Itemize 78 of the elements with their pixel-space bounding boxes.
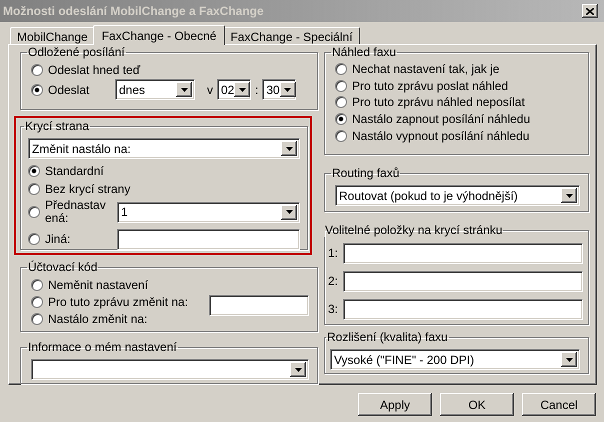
- radio-button[interactable]: [335, 96, 347, 108]
- dropdown[interactable]: Vysoké ("FINE" - 200 DPI): [330, 349, 580, 370]
- radio-label: Neměnit nastavení: [48, 278, 148, 292]
- dialog-button[interactable]: OK: [440, 393, 514, 416]
- radio-label: Nastálo změnit na:: [48, 312, 148, 326]
- radio-button[interactable]: [31, 278, 43, 290]
- caret-icon: [180, 88, 188, 92]
- tab[interactable]: FaxChange - Obecné: [92, 25, 226, 45]
- radio-label: Standardní: [45, 164, 104, 178]
- caret-icon: [294, 368, 302, 372]
- radio-label: Pro tuto zprávu změnit na:: [48, 294, 188, 308]
- dropdown[interactable]: Změnit nastálo na:: [28, 138, 300, 159]
- group-title: Volitelné položky na krycí stránku: [324, 223, 504, 237]
- radio-button[interactable]: [28, 165, 40, 177]
- caret-icon: [566, 194, 572, 198]
- radio-button[interactable]: [28, 206, 40, 218]
- radio-label: Jiná:: [45, 232, 72, 246]
- dropdown-button[interactable]: [234, 82, 250, 97]
- field-label: 2:: [328, 274, 339, 288]
- group-title: Krycí strana: [24, 119, 90, 133]
- group-title: Účtovací kód: [27, 260, 98, 274]
- radio-button[interactable]: [335, 63, 347, 76]
- time-separator: :: [255, 82, 258, 96]
- dialog-button[interactable]: Apply: [358, 393, 432, 416]
- radio-label: Přednastavená:: [45, 199, 107, 225]
- radio-button[interactable]: [31, 64, 43, 76]
- radio-button[interactable]: [335, 113, 347, 126]
- dialog-button[interactable]: Cancel: [522, 393, 596, 416]
- radio-label: Pro tuto zprávu náhled neposílat: [352, 95, 525, 110]
- dropdown-button[interactable]: [176, 82, 192, 97]
- group-title: Náhled faxu: [331, 45, 398, 59]
- tab[interactable]: FaxChange - Speciální: [223, 27, 360, 44]
- dropdown[interactable]: [31, 359, 309, 380]
- radio-button[interactable]: [335, 80, 347, 92]
- caret-icon: [284, 88, 292, 92]
- dropdown-button[interactable]: [281, 141, 297, 156]
- field-label: 3:: [328, 302, 339, 316]
- window-title: Možnosti odeslání MobilChange a FaxChange: [3, 4, 264, 18]
- close-button[interactable]: [582, 4, 598, 18]
- dropdown-button[interactable]: [280, 82, 296, 97]
- radio-label: Nastálo vypnout posílání náhledu: [352, 128, 530, 143]
- dropdown-button[interactable]: [561, 188, 577, 203]
- input-field[interactable]: [117, 228, 300, 250]
- dropdown-button[interactable]: [290, 362, 306, 377]
- caret-icon: [238, 88, 246, 92]
- radio-label: Nastálo zapnout posílání náhledu: [352, 112, 530, 126]
- field-label: 1:: [328, 246, 339, 260]
- caret-icon: [286, 146, 292, 150]
- dropdown[interactable]: 1: [117, 202, 300, 222]
- dropdown-button[interactable]: [281, 204, 297, 220]
- radio-button[interactable]: [335, 130, 347, 142]
- time-label: v: [207, 82, 213, 96]
- radio-label: Odeslat: [48, 82, 90, 96]
- input-field[interactable]: [343, 270, 583, 292]
- radio-button[interactable]: [31, 84, 43, 96]
- caret-icon: [566, 358, 572, 362]
- dropdown[interactable]: Routovat (pokud to je výhodnější): [335, 185, 580, 206]
- input-field[interactable]: [343, 298, 583, 320]
- dropdown-button[interactable]: [561, 352, 577, 367]
- radio-button[interactable]: [31, 296, 43, 308]
- close-icon: [586, 8, 594, 14]
- dropdown[interactable]: dnes: [115, 79, 195, 100]
- input-field[interactable]: [343, 242, 583, 264]
- group-title: Informace o mém nastavení: [27, 340, 178, 354]
- input-field[interactable]: [209, 295, 309, 316]
- radio-label: Bez krycí strany: [45, 182, 130, 196]
- radio-label: Pro tuto zprávu poslat náhled: [352, 78, 508, 93]
- dropdown[interactable]: 30: [262, 79, 296, 100]
- caret-icon: [286, 210, 292, 214]
- radio-button[interactable]: [28, 233, 40, 245]
- radio-label: Odeslat hned teď: [48, 62, 140, 76]
- group-title: Odložené posílání: [27, 45, 126, 59]
- radio-label: Nechat nastavení tak, jak je: [352, 62, 500, 76]
- radio-button[interactable]: [31, 312, 43, 324]
- radio-button[interactable]: [28, 183, 40, 195]
- dropdown[interactable]: 02: [217, 79, 251, 100]
- group-title: Rozlišení (kvalita) faxu: [326, 330, 449, 344]
- group-title: Routing faxů: [331, 166, 400, 180]
